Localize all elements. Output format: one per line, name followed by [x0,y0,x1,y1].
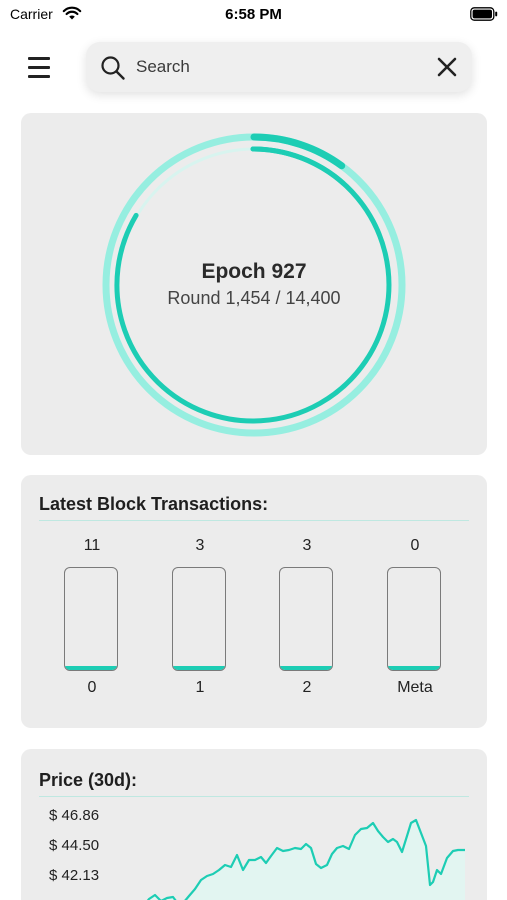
price-y-label: $ 44.50 [49,837,100,854]
tx-bar-fill [173,666,225,670]
close-icon[interactable] [436,56,458,78]
tx-column: 0 Meta [387,537,443,697]
battery-icon [470,7,498,21]
tx-bar [279,567,333,671]
tx-bar-fill [388,666,440,670]
tx-column: 3 1 [172,537,228,697]
menu-button[interactable] [26,53,56,81]
tx-count: 3 [195,537,205,554]
epoch-round: Round 1,454 / 14,400 [167,288,341,308]
title-divider [39,520,469,521]
tx-count: 0 [410,537,420,554]
menu-line [28,66,50,69]
tx-label: 0 [87,679,97,696]
price-y-label: $ 42.13 [49,867,100,884]
search-icon [101,56,125,80]
tx-label: 1 [195,679,205,696]
tx-bar [387,567,441,671]
price-card: Price (30d): $ 46.86 $ 44.50 $ 42.13 [21,749,487,900]
tx-count: 3 [302,537,312,554]
search-bar [86,42,472,92]
tx-column: 11 0 [64,537,120,697]
tx-column: 3 2 [279,537,335,697]
price-area [148,820,465,900]
epoch-title: Epoch 927 [201,260,307,283]
status-bar: Carrier 6:58 PM [0,0,507,30]
tx-bar-fill [65,666,117,670]
tx-bar [64,567,118,671]
transactions-title: Latest Block Transactions: [39,494,269,514]
search-input[interactable] [136,50,416,84]
tx-label: Meta [397,679,433,696]
epoch-info: Epoch 927 Round 1,454 / 14,400 [21,260,487,309]
menu-line [28,75,50,78]
status-time: 6:58 PM [225,6,282,23]
epoch-card: Epoch 927 Round 1,454 / 14,400 [21,113,487,455]
tx-bar [172,567,226,671]
tx-bar-fill [280,666,332,670]
price-y-label: $ 46.86 [49,807,100,824]
tx-label: 2 [302,679,312,696]
menu-line [28,57,50,60]
tx-count: 11 [83,537,101,554]
transactions-card: Latest Block Transactions: 11 0 3 1 3 2 … [21,475,487,728]
